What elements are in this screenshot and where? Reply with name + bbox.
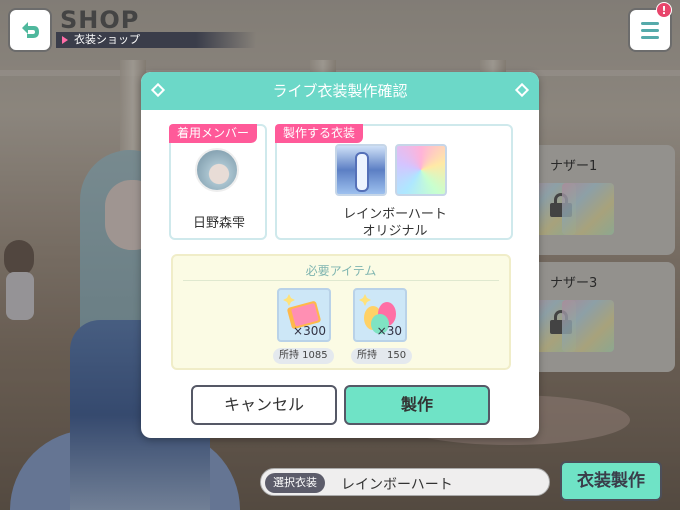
- menu-icon: [641, 22, 659, 25]
- divider: [183, 280, 499, 281]
- costume-make-button[interactable]: 衣装製作: [560, 461, 662, 501]
- material-quantity: ×30: [376, 324, 402, 338]
- costume-preview-icon: [335, 144, 387, 196]
- required-items-title: 必要アイテム: [305, 264, 377, 278]
- member-panel: 着用メンバー 日野森雫: [169, 124, 267, 240]
- ticket-material-icon: ×300: [277, 288, 331, 342]
- costume-accessory-icon: [395, 144, 447, 196]
- owned-count: 所持 1085: [273, 348, 334, 364]
- required-items-panel: 必要アイテム ×300 所持 1085 ×30 所持 150: [171, 254, 511, 370]
- material-quantity: ×300: [293, 324, 326, 338]
- member-avatar: [195, 148, 239, 192]
- selected-costume-value: レインボーハート: [341, 477, 453, 493]
- confirm-dialog: ライブ衣装製作確認 着用メンバー 日野森雫 製作する衣装 レインボーハート オリ…: [141, 72, 539, 438]
- costume-panel: 製作する衣装 レインボーハート オリジナル: [275, 124, 513, 240]
- dialog-title: ライブ衣装製作確認: [272, 82, 408, 100]
- back-button[interactable]: [8, 8, 52, 52]
- member-name: 日野森雫: [192, 216, 245, 231]
- page-subtitle: 衣装ショップ: [56, 32, 256, 48]
- notification-badge: !: [656, 2, 672, 18]
- thread-spool-icon: ×30: [353, 288, 407, 342]
- member-section-tag: 着用メンバー: [169, 124, 258, 143]
- back-arrow-icon: [22, 22, 39, 38]
- owned-count: 所持 150: [351, 348, 413, 364]
- selected-costume-bar: 選択衣装 レインボーハート: [260, 468, 550, 496]
- cancel-button[interactable]: キャンセル: [191, 385, 337, 425]
- confirm-make-button[interactable]: 製作: [344, 385, 490, 425]
- dialog-header: ライブ衣装製作確認: [141, 72, 539, 110]
- costume-name-line2: オリジナル: [362, 224, 428, 239]
- selected-costume-tag: 選択衣装: [265, 473, 325, 493]
- costume-section-tag: 製作する衣装: [275, 124, 364, 143]
- page-title: SHOP: [60, 6, 140, 34]
- costume-name-line1: レインボーハート: [343, 207, 447, 222]
- costume-name: レインボーハート オリジナル: [277, 206, 513, 240]
